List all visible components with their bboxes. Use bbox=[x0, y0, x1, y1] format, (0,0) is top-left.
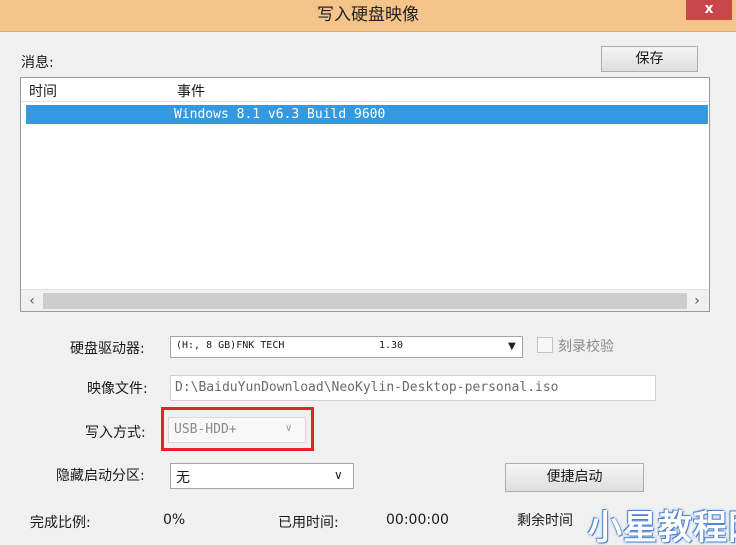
message-list[interactable]: 时间 事件 Windows 8.1 v6.3 Build 9600 ‹ › bbox=[20, 77, 710, 312]
chevron-down-icon: ▼ bbox=[508, 341, 516, 352]
image-file-label: 映像文件: bbox=[87, 381, 148, 397]
elapsed-label: 已用时间: bbox=[278, 515, 339, 531]
drive-label: 硬盘驱动器: bbox=[70, 341, 145, 357]
drive-value-version: 1.30 bbox=[379, 340, 404, 351]
row-event: Windows 8.1 v6.3 Build 9600 bbox=[174, 107, 386, 122]
hidden-partition-label: 隐藏启动分区: bbox=[56, 468, 145, 484]
progress-value: 0% bbox=[163, 512, 186, 528]
elapsed-value: 00:00:00 bbox=[386, 512, 449, 528]
verify-label: 刻录校验 bbox=[558, 339, 614, 355]
image-file-field[interactable]: D:\BaiduYunDownload\NeoKylin-Desktop-per… bbox=[170, 375, 656, 401]
watermark-text: 小星教程网 bbox=[588, 508, 736, 545]
scroll-thumb[interactable] bbox=[43, 293, 687, 309]
quick-boot-button[interactable]: 便捷启动 bbox=[505, 463, 644, 492]
chevron-down-icon: ∨ bbox=[334, 468, 343, 482]
close-button[interactable]: x bbox=[686, 0, 732, 20]
horizontal-scrollbar[interactable]: ‹ › bbox=[21, 289, 709, 311]
table-row[interactable]: Windows 8.1 v6.3 Build 9600 bbox=[26, 105, 708, 124]
hidden-partition-value: 无 bbox=[176, 470, 190, 486]
save-button[interactable]: 保存 bbox=[601, 46, 698, 72]
window-title: 写入硬盘映像 bbox=[317, 5, 419, 25]
hidden-partition-select[interactable]: 无 ∨ bbox=[170, 463, 354, 489]
scroll-right-icon[interactable]: › bbox=[688, 292, 706, 310]
red-highlight-box bbox=[161, 407, 314, 451]
close-icon: x bbox=[704, 1, 714, 17]
scroll-left-icon[interactable]: ‹ bbox=[23, 292, 41, 310]
image-file-value: D:\BaiduYunDownload\NeoKylin-Desktop-per… bbox=[175, 380, 559, 395]
list-header: 时间 事件 bbox=[21, 78, 709, 102]
write-method-label: 写入方式: bbox=[85, 425, 146, 441]
column-header-event[interactable]: 事件 bbox=[177, 81, 205, 101]
remaining-label: 剩余时间 bbox=[517, 513, 573, 529]
messages-label: 消息: bbox=[21, 55, 54, 71]
drive-select[interactable]: (H:, 8 GB)FNK TECH 1.30 ▼ bbox=[170, 336, 523, 358]
column-header-time[interactable]: 时间 bbox=[29, 81, 57, 101]
verify-checkbox[interactable] bbox=[537, 337, 553, 353]
progress-label: 完成比例: bbox=[30, 515, 91, 531]
drive-value-name: (H:, 8 GB)FNK TECH bbox=[176, 340, 285, 351]
